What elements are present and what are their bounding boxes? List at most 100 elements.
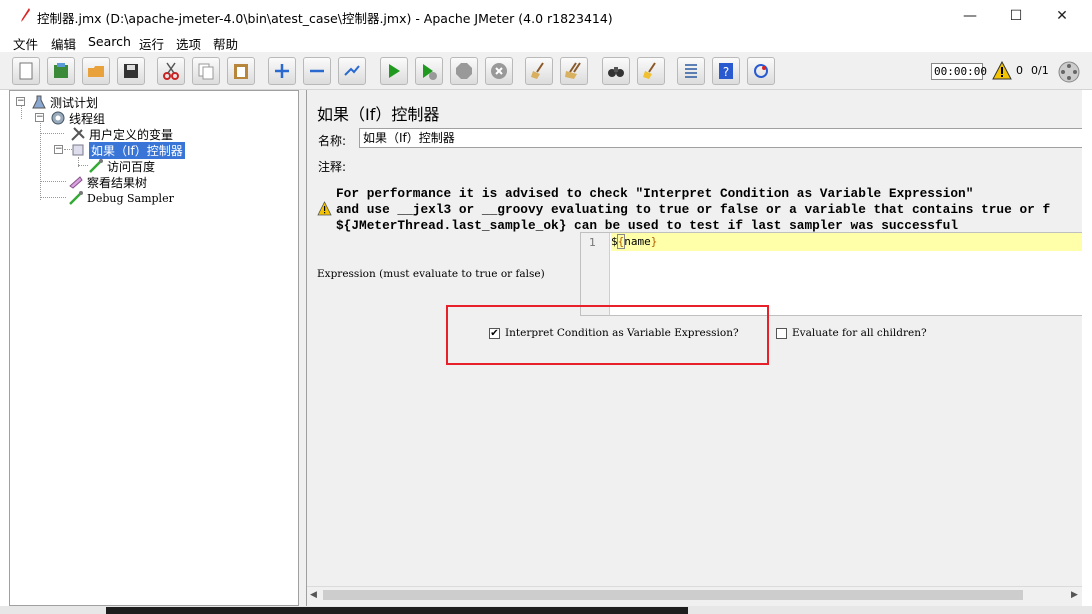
tree-node-if-controller[interactable]: 如果（If）控制器	[70, 141, 185, 159]
menu-file[interactable]: 文件	[13, 34, 38, 53]
open-icon	[88, 66, 104, 77]
tree-node-thread-group[interactable]: 线程组	[50, 110, 105, 126]
comment-input[interactable]	[353, 154, 1092, 174]
tree-node-user-vars[interactable]: 用户定义的变量	[70, 126, 173, 142]
menu-options[interactable]: 选项	[176, 34, 201, 53]
stop-icon	[456, 63, 472, 79]
expr-close-brace: }	[650, 235, 658, 248]
new-button[interactable]	[12, 57, 40, 85]
play-icon	[389, 64, 400, 78]
start-button[interactable]	[380, 57, 408, 85]
plus-icon	[275, 64, 289, 78]
interpret-condition-label[interactable]: Interpret Condition as Variable Expressi…	[505, 327, 739, 339]
running-status-icon	[1058, 61, 1080, 83]
evaluate-all-children-label[interactable]: Evaluate for all children?	[792, 327, 927, 339]
help-button[interactable]: ?	[712, 57, 740, 85]
warning-icon[interactable]	[992, 61, 1012, 81]
paste-icon	[234, 64, 248, 79]
menu-edit[interactable]: 编辑	[51, 34, 76, 53]
scrollbar-thumb[interactable]	[323, 590, 1023, 600]
controller-icon	[72, 144, 84, 156]
pipette-icon	[89, 159, 103, 173]
interpret-condition-checkbox[interactable]: ✔	[489, 328, 500, 339]
expression-text[interactable]: ${name}	[611, 234, 658, 249]
gear-icon	[51, 111, 65, 125]
play-no-pause-icon	[423, 64, 437, 80]
name-label: 名称:	[318, 134, 347, 148]
menu-search[interactable]: Search	[88, 34, 131, 49]
elapsed-time: 00:00:00	[931, 63, 987, 80]
minimize-button[interactable]: —	[947, 0, 993, 31]
copy-button[interactable]	[192, 57, 220, 85]
save-icon	[124, 64, 138, 78]
jmeter-feather-icon	[21, 8, 30, 22]
if-controller-expander[interactable]: −	[54, 145, 63, 154]
panel-title: 如果（If）控制器	[317, 105, 440, 124]
function-helper-button[interactable]	[677, 57, 705, 85]
expand-all-button[interactable]	[268, 57, 296, 85]
tree-node-http-sampler[interactable]: 访问百度	[88, 158, 155, 174]
stop-button[interactable]	[450, 57, 478, 85]
reset-search-button[interactable]	[637, 57, 665, 85]
evaluate-all-children-checkbox[interactable]	[776, 328, 787, 339]
tree-label-thread-group: 线程组	[69, 111, 106, 126]
thread-group-expander[interactable]: −	[35, 113, 44, 122]
editor-gutter: 1	[581, 233, 610, 315]
tree-node-debug-sampler[interactable]: Debug Sampler	[68, 190, 174, 206]
start-no-pauses-button[interactable]	[415, 57, 443, 85]
toggle-button[interactable]	[338, 57, 366, 85]
expr-variable: name	[624, 235, 651, 248]
comment-label: 注释:	[318, 160, 347, 174]
shutdown-icon	[491, 63, 507, 79]
performance-warning-line: and use __jexl3 or __groovy evaluating t…	[336, 202, 1051, 217]
help-icon: ?	[719, 63, 733, 79]
scroll-left-arrow-icon[interactable]: ◀	[310, 590, 317, 600]
tree-label-test-plan: 测试计划	[50, 95, 99, 110]
toolbar: ? 00:00:00 0 0/1	[0, 52, 1092, 90]
taskbar-fragment	[106, 607, 688, 614]
scroll-right-arrow-icon[interactable]: ▶	[1071, 590, 1078, 600]
svg-text:?: ?	[723, 65, 729, 79]
paste-button[interactable]	[227, 57, 255, 85]
flask-icon	[32, 95, 46, 109]
shutdown-button[interactable]	[485, 57, 513, 85]
collapse-all-button[interactable]	[303, 57, 331, 85]
expression-label: Expression (must evaluate to true or fal…	[317, 268, 545, 280]
brooms-icon	[565, 62, 581, 79]
thread-count: 0/1	[1031, 64, 1049, 77]
tree-node-result-tree[interactable]: 察看结果树	[68, 174, 147, 190]
debug-pipette-icon	[69, 191, 83, 205]
expression-editor[interactable]: 1 ${name}	[580, 232, 1092, 316]
templates-icon	[54, 63, 68, 78]
search-button[interactable]	[602, 57, 630, 85]
horizontal-scrollbar[interactable]: ◀ ▶	[307, 586, 1092, 602]
minus-icon	[310, 69, 324, 73]
window-edge	[1082, 90, 1092, 606]
wrench-icon	[71, 127, 85, 141]
menu-bar: 文件 编辑 Search 运行 选项 帮助	[0, 31, 1092, 52]
clear-all-button[interactable]	[560, 57, 588, 85]
maximize-button[interactable]: ☐	[993, 0, 1039, 31]
cut-icon	[163, 62, 179, 80]
remote-button[interactable]	[747, 57, 775, 85]
save-button[interactable]	[117, 57, 145, 85]
menu-run[interactable]: 运行	[139, 34, 164, 53]
close-button[interactable]: ✕	[1039, 0, 1085, 31]
templates-button[interactable]	[47, 57, 75, 85]
panel-splitter[interactable]	[299, 90, 306, 606]
name-input[interactable]: 如果（If）控制器	[359, 128, 1092, 148]
test-plan-expander[interactable]: −	[16, 97, 25, 106]
open-button[interactable]	[82, 57, 110, 85]
current-line-highlight	[611, 233, 1092, 251]
cut-button[interactable]	[157, 57, 185, 85]
test-plan-tree: − 测试计划 − 线程组 用户定义的变量 − 如果（If）控制器 访问百度 察看…	[9, 90, 299, 606]
new-icon	[19, 62, 33, 80]
menu-help[interactable]: 帮助	[213, 34, 238, 53]
title-bar: 控制器.jmx (D:\apache-jmeter-4.0\bin\atest_…	[0, 0, 1092, 31]
performance-warning-line: ${JMeterThread.last_sample_ok} can be us…	[336, 218, 959, 233]
clear-button[interactable]	[525, 57, 553, 85]
performance-warning-line: For performance it is advised to check "…	[336, 186, 974, 201]
tree-label-if-controller: 如果（If）控制器	[89, 141, 185, 159]
tree-node-test-plan[interactable]: 测试计划	[31, 94, 98, 110]
expr-dollar: $	[611, 235, 618, 248]
